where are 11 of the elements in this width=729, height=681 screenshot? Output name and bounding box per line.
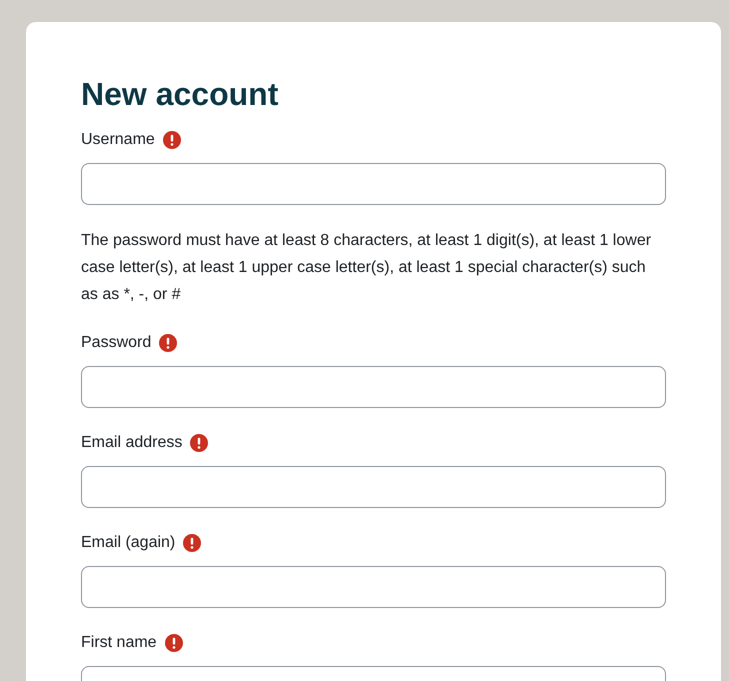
text-field[interactable] [81,466,666,508]
password-rules-text: The password must have at least 8 characters, at least 1 digit(s), at least 1 lower case letter(s), at least 1 upper case letter(s), at least 1 special character(s) such as as *, -, or # [81,231,652,305]
text-field[interactable] [81,163,666,205]
text-field[interactable] [81,566,666,608]
field-label: First name [81,633,157,653]
field-label: Password [81,333,152,353]
page-title: New account [81,75,280,114]
text-field[interactable] [81,366,666,408]
field-label: Email address [81,433,182,453]
field-label: Email (again) [81,533,176,553]
field-label: Username [81,130,155,150]
